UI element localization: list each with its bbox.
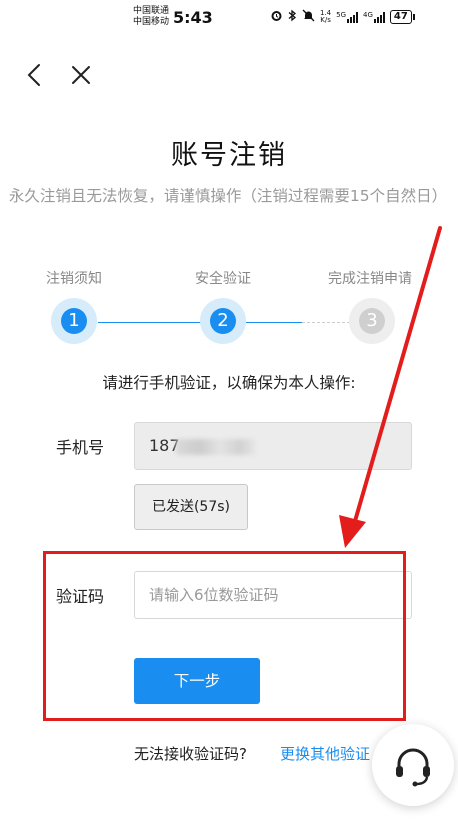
step-circle-3: 3 — [349, 298, 395, 344]
page-subtitle: 永久注销且无法恢复，请谨慎操作（注销过程需要15个自然日） — [8, 187, 448, 205]
step-number-2: 2 — [210, 308, 236, 334]
step-circle-2: 2 — [200, 298, 246, 344]
step-circle-1: 1 — [51, 298, 97, 344]
carrier-1: 中国联通 — [133, 6, 170, 16]
verification-instruction: 请进行手机验证，以确保为本人操作: — [102, 374, 356, 392]
close-icon — [72, 66, 90, 84]
step-label-2: 安全验证 — [195, 271, 251, 287]
signal-1-icon: 5G — [336, 11, 359, 23]
system-icons: 1.4 K/s 5G 4G 47 — [270, 9, 415, 25]
net-speed-unit: K/s — [320, 16, 331, 24]
carrier-names: 中国联通 中国移动 — [133, 6, 169, 28]
step-label-3: 完成注销申请 — [328, 271, 412, 287]
step-connector-2a — [246, 322, 302, 323]
carrier-2: 中国移动 — [133, 17, 170, 27]
net-speed: 1.4 K/s — [320, 10, 331, 24]
step-label-1: 注销须知 — [46, 271, 102, 287]
status-time: 5:43 — [173, 8, 213, 27]
cannot-receive-code-text: 无法接收验证码? — [134, 745, 247, 763]
resend-code-button[interactable]: 已发送(57s) — [134, 484, 248, 530]
step-connector-2b — [302, 322, 350, 323]
phone-redaction-blur — [175, 438, 256, 455]
step-number-1: 1 — [61, 308, 87, 334]
close-button[interactable] — [66, 58, 96, 92]
phone-label: 手机号 — [56, 438, 105, 457]
status-bar: 中国联通 中国移动 5:43 1.4 K/s 5G 4G 47 — [0, 0, 458, 40]
headset-icon — [396, 748, 430, 787]
mute-icon — [302, 9, 315, 25]
back-button[interactable] — [20, 58, 50, 92]
bluetooth-icon — [288, 9, 297, 25]
phone-field: 187 — [134, 422, 412, 470]
step-connector-1 — [98, 322, 202, 323]
annotation-highlight-box — [43, 551, 406, 721]
customer-support-button[interactable] — [372, 724, 454, 806]
page-title: 账号注销 — [171, 140, 287, 171]
alarm-icon — [270, 9, 283, 25]
battery-indicator: 47 — [389, 10, 415, 24]
signal-2-icon: 4G — [363, 11, 385, 23]
signal-2-tech: 4G — [363, 11, 373, 19]
chevron-left-icon — [27, 64, 40, 86]
change-verification-link[interactable]: 更换其他验证 — [280, 743, 375, 764]
step-number-3: 3 — [359, 308, 385, 334]
signal-1-tech: 5G — [336, 11, 347, 19]
